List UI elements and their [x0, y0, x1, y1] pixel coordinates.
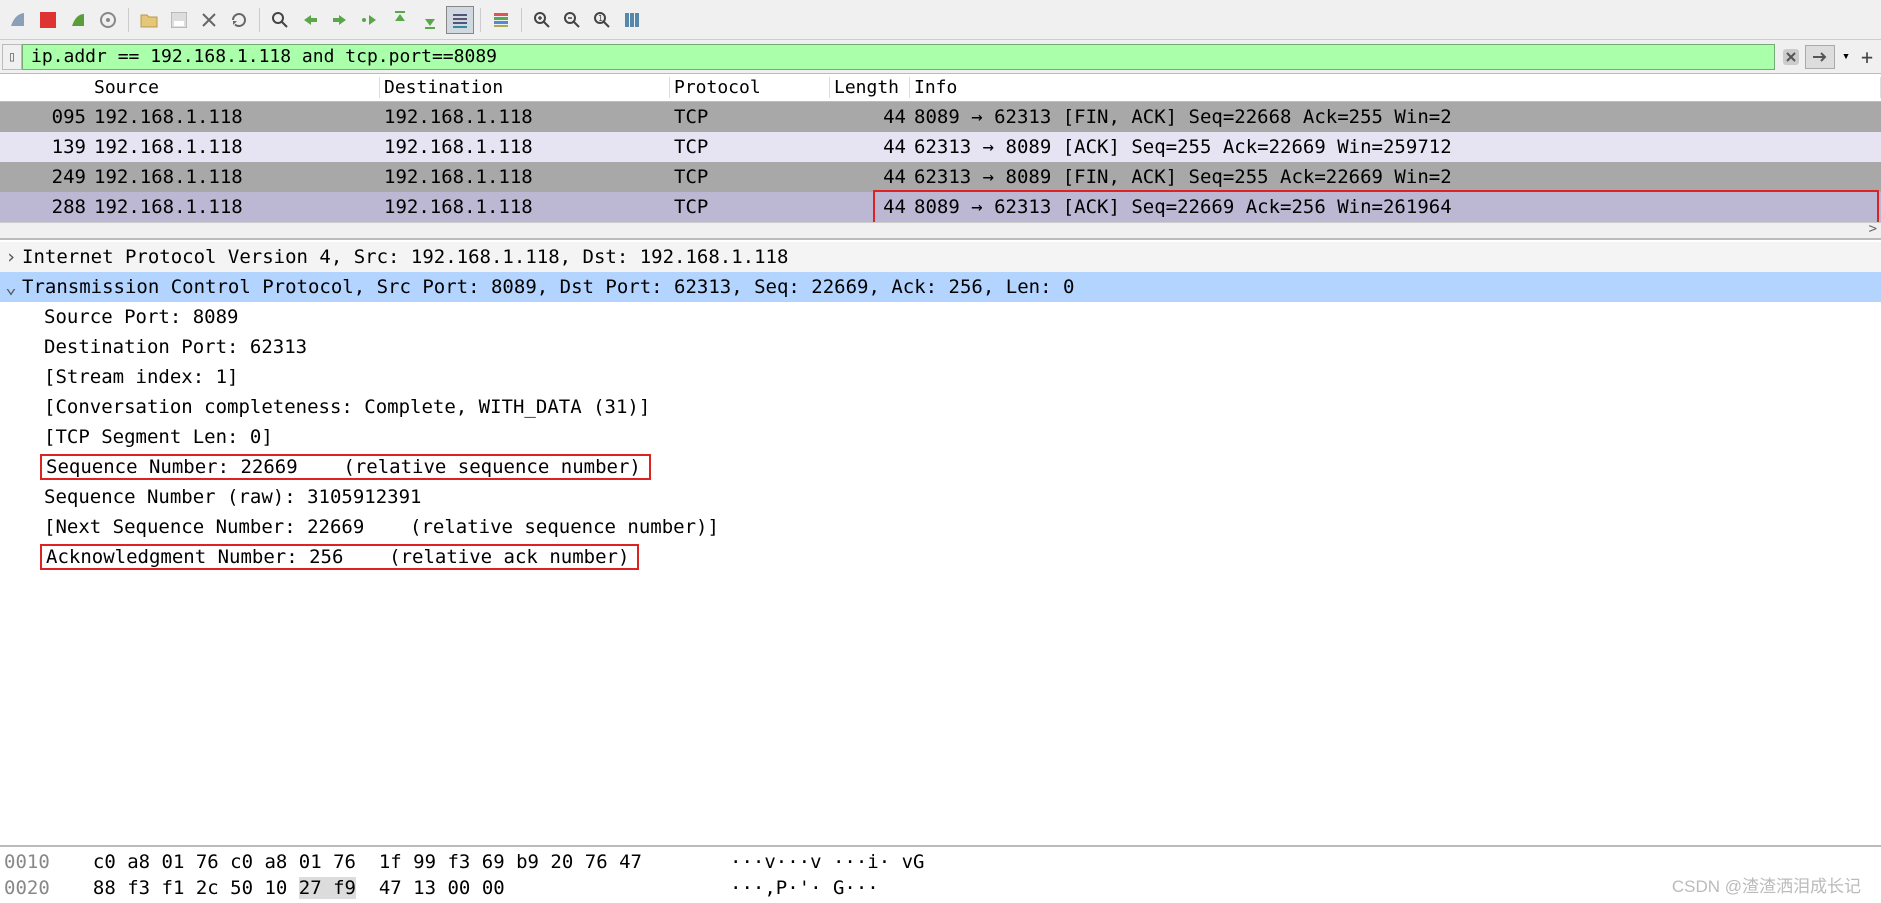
filter-history-icon[interactable]: ▾ — [1837, 45, 1855, 69]
apply-filter-icon[interactable] — [1805, 45, 1835, 69]
col-source[interactable]: Source — [90, 77, 380, 98]
go-forward-icon[interactable] — [326, 6, 354, 34]
col-length[interactable]: Length — [830, 77, 910, 98]
separator — [521, 8, 522, 32]
col-destination[interactable]: Destination — [380, 77, 670, 98]
detail-tcp-header[interactable]: ⌄Transmission Control Protocol, Src Port… — [0, 272, 1881, 302]
hex-line[interactable]: 0010 c0 a8 01 76 c0 a8 01 76 1f 99 f3 69… — [0, 849, 1881, 875]
shark-fin-icon[interactable] — [4, 6, 32, 34]
display-filter-input[interactable] — [22, 44, 1775, 70]
detail-field[interactable]: Source Port: 8089 — [0, 302, 1881, 332]
zoom-in-icon[interactable] — [528, 6, 556, 34]
close-file-icon[interactable] — [195, 6, 223, 34]
goto-last-icon[interactable] — [416, 6, 444, 34]
separator — [480, 8, 481, 32]
add-filter-button-icon[interactable]: + — [1857, 45, 1877, 69]
watermark: CSDN @渣渣洒泪成长记 — [1672, 872, 1861, 897]
packet-list-header: Source Destination Protocol Length Info — [0, 74, 1881, 102]
zoom-out-icon[interactable] — [558, 6, 586, 34]
detail-field[interactable]: [Next Sequence Number: 22669 (relative s… — [0, 512, 1881, 542]
detail-ip-header[interactable]: ›Internet Protocol Version 4, Src: 192.1… — [0, 242, 1881, 272]
save-file-icon[interactable] — [165, 6, 193, 34]
detail-field[interactable]: Destination Port: 62313 — [0, 332, 1881, 362]
packet-bytes-pane[interactable]: 0010 c0 a8 01 76 c0 a8 01 76 1f 99 f3 69… — [0, 845, 1881, 903]
detail-field[interactable]: [Stream index: 1] — [0, 362, 1881, 392]
resize-columns-icon[interactable] — [618, 6, 646, 34]
main-toolbar: 1 — [0, 0, 1881, 40]
display-filter-bar: ▯ ▾ + — [0, 40, 1881, 74]
col-info[interactable]: Info — [910, 77, 1881, 98]
goto-first-icon[interactable] — [386, 6, 414, 34]
clear-filter-icon[interactable] — [1779, 45, 1803, 69]
detail-field[interactable]: Sequence Number: 22669 (relative sequenc… — [0, 452, 1881, 482]
detail-field[interactable]: Acknowledgment Number: 256 (relative ack… — [0, 542, 1881, 572]
open-file-icon[interactable] — [135, 6, 163, 34]
detail-field[interactable]: [TCP Segment Len: 0] — [0, 422, 1881, 452]
separator — [259, 8, 260, 32]
packet-row[interactable]: 139192.168.1.118192.168.1.118TCP4462313 … — [0, 132, 1881, 162]
packet-row[interactable]: 249192.168.1.118192.168.1.118TCP4462313 … — [0, 162, 1881, 192]
packet-row[interactable]: 095192.168.1.118192.168.1.118TCP448089 →… — [0, 102, 1881, 132]
svg-text:1: 1 — [598, 14, 603, 23]
autoscroll-icon[interactable] — [446, 6, 474, 34]
detail-field[interactable]: [Conversation completeness: Complete, WI… — [0, 392, 1881, 422]
packet-details-pane[interactable]: ›Internet Protocol Version 4, Src: 192.1… — [0, 238, 1881, 845]
goto-packet-icon[interactable] — [356, 6, 384, 34]
packet-list[interactable]: 095192.168.1.118192.168.1.118TCP448089 →… — [0, 102, 1881, 222]
col-protocol[interactable]: Protocol — [670, 77, 830, 98]
detail-field[interactable]: Sequence Number (raw): 3105912391 — [0, 482, 1881, 512]
hex-line[interactable]: 0020 88 f3 f1 2c 50 10 27 f9 47 13 00 00… — [0, 875, 1881, 901]
restart-capture-icon[interactable] — [64, 6, 92, 34]
capture-options-icon[interactable] — [94, 6, 122, 34]
find-icon[interactable] — [266, 6, 294, 34]
stop-capture-icon[interactable] — [34, 6, 62, 34]
go-back-icon[interactable] — [296, 6, 324, 34]
packet-row[interactable]: 288192.168.1.118192.168.1.118TCP448089 →… — [0, 192, 1881, 222]
filter-bookmark-icon[interactable]: ▯ — [2, 44, 22, 70]
zoom-reset-icon[interactable]: 1 — [588, 6, 616, 34]
separator — [128, 8, 129, 32]
reload-icon[interactable] — [225, 6, 253, 34]
horizontal-scrollbar[interactable] — [0, 222, 1881, 238]
colorize-icon[interactable] — [487, 6, 515, 34]
